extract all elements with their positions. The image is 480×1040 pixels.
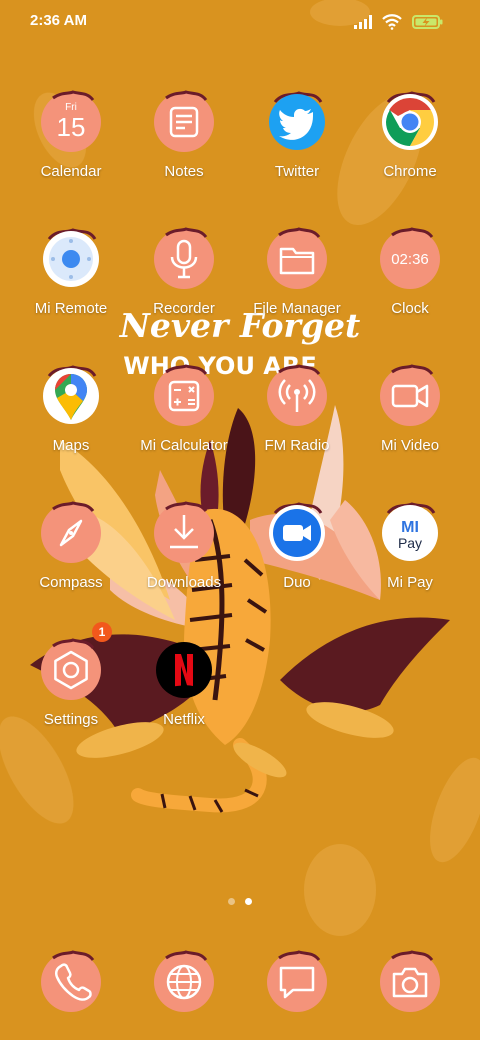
app-label-notes: Notes [164,163,204,180]
calendar-date: 15 [57,112,86,142]
netflix-icon [156,642,212,698]
app-calendar[interactable]: Fri 15 Calendar [15,88,127,208]
app-netflix[interactable]: Netflix [128,636,240,756]
app-label-downloads: Downloads [146,574,222,591]
app-label-fm-radio: FM Radio [264,437,330,454]
radio-icon [267,364,327,426]
calendar-icon: Fri 15 [41,90,101,152]
app-label-clock: Clock [391,300,429,317]
browser-globe-icon[interactable] [152,950,216,1014]
maps-pin-icon [43,365,99,424]
messages-icon[interactable] [265,950,329,1014]
app-chrome[interactable]: Chrome [354,88,466,208]
remote-icon [43,228,99,287]
microphone-icon [154,227,214,289]
app-grid: Fri 15 Calendar Notes Twitter Chrome Mi … [0,0,480,1040]
clock-time: 02:36 [391,251,429,268]
app-label-duo: Duo [283,574,311,591]
clock-icon: 02:36 [380,227,440,289]
signal-icon [354,15,372,29]
folder-icon [267,227,327,289]
app-label-file-manager: File Manager [253,300,341,317]
notes-icon [154,90,214,152]
wifi-icon [382,14,402,30]
app-duo[interactable]: Duo [241,499,353,619]
app-label-calendar: Calendar [40,163,102,180]
calculator-icon [154,364,214,426]
page-indicator[interactable] [0,896,480,908]
duo-video-icon [269,502,325,561]
page-dot-2-active[interactable] [245,898,252,905]
app-label-recorder: Recorder [153,300,215,317]
app-label-settings: Settings [43,711,99,728]
app-label-mi-pay: Mi Pay [387,574,433,591]
app-fm-radio[interactable]: FM Radio [241,362,353,482]
app-label-netflix: Netflix [163,711,205,728]
phone-icon[interactable] [39,950,103,1014]
download-icon [154,501,214,563]
compass-icon [41,501,101,563]
chrome-icon [382,91,438,150]
status-time: 2:36 AM [30,12,87,29]
app-maps[interactable]: Maps [15,362,127,482]
app-mi-video[interactable]: Mi Video [354,362,466,482]
app-label-compass: Compass [39,574,103,591]
status-icons [342,12,452,32]
app-label-mi-remote: Mi Remote [34,300,108,317]
app-twitter[interactable]: Twitter [241,88,353,208]
app-settings[interactable]: Settings [15,636,127,756]
dock [0,944,480,1024]
app-mi-pay[interactable]: MI Pay Mi Pay [354,499,466,619]
app-notes[interactable]: Notes [128,88,240,208]
app-label-twitter: Twitter [274,163,320,180]
app-label-chrome: Chrome [383,163,437,180]
app-label-maps: Maps [52,437,90,454]
twitter-icon [269,91,325,150]
page-dot-1[interactable] [228,898,235,905]
mi-pay-icon: MI Pay [382,502,438,561]
battery-charging-icon [412,15,443,29]
mi-pay-pay-text: Pay [398,535,422,551]
app-label-mi-calculator: Mi Calculator [140,437,228,454]
app-label-mi-video: Mi Video [380,437,440,454]
app-file-manager[interactable]: File Manager [241,225,353,345]
app-mi-remote[interactable]: Mi Remote [15,225,127,345]
mi-pay-mi-text: MI [401,519,419,536]
video-icon [380,364,440,426]
app-downloads[interactable]: Downloads [128,499,240,619]
settings-icon [41,638,101,700]
app-compass[interactable]: Compass [15,499,127,619]
settings-notification-badge: 1 [92,622,112,642]
camera-icon[interactable] [378,950,442,1014]
app-clock[interactable]: 02:36 Clock [354,225,466,345]
app-mi-calculator[interactable]: Mi Calculator [128,362,240,482]
status-bar: 2:36 AM [0,0,480,44]
app-recorder[interactable]: Recorder [128,225,240,345]
